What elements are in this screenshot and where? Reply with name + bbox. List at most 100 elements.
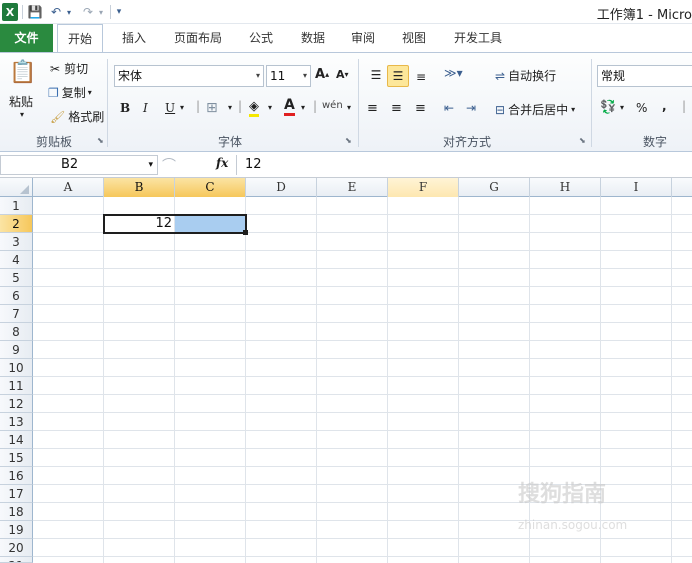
paste-button[interactable]: 粘贴 bbox=[9, 93, 33, 110]
bold-button[interactable]: B bbox=[120, 101, 130, 115]
percent-button[interactable]: % bbox=[636, 101, 647, 115]
row-header[interactable]: 15 bbox=[0, 449, 33, 467]
cut-button[interactable]: ✂ 剪切 bbox=[50, 60, 88, 77]
row-header[interactable]: 11 bbox=[0, 377, 33, 395]
column-header-a[interactable]: A bbox=[33, 178, 104, 197]
tab-insert[interactable]: 插入 bbox=[112, 24, 156, 52]
number-format-value: 常规 bbox=[601, 69, 626, 83]
formula-input[interactable]: 12 bbox=[236, 155, 692, 175]
underline-dropdown-icon[interactable]: ▾ bbox=[180, 103, 184, 112]
row-header[interactable]: 10 bbox=[0, 359, 33, 377]
fill-color-dropdown-icon[interactable]: ▾ bbox=[268, 103, 272, 112]
tab-view[interactable]: 视图 bbox=[393, 24, 435, 52]
row-header[interactable]: 19 bbox=[0, 521, 33, 539]
insert-function-icon[interactable]: fx bbox=[216, 156, 228, 170]
cell-grid[interactable] bbox=[33, 197, 692, 563]
row-header[interactable]: 3 bbox=[0, 233, 33, 251]
copy-button[interactable]: ❐ 复制 ▾ bbox=[48, 84, 92, 101]
tab-data[interactable]: 数据 bbox=[292, 24, 334, 52]
undo-icon[interactable]: ↶ bbox=[48, 3, 64, 21]
alignment-launcher-icon[interactable]: ⬊ bbox=[579, 136, 586, 145]
row-header[interactable]: 17 bbox=[0, 485, 33, 503]
row-header[interactable]: 1 bbox=[0, 197, 33, 215]
redo-dropdown-icon[interactable]: ▾ bbox=[96, 3, 106, 21]
column-header-f[interactable]: F bbox=[388, 178, 459, 197]
separator: | bbox=[313, 99, 318, 113]
tab-home[interactable]: 开始 bbox=[57, 24, 103, 53]
tab-file[interactable]: 文件 bbox=[0, 24, 53, 52]
row-header[interactable]: 21 bbox=[0, 557, 33, 563]
currency-dropdown-icon[interactable]: ▾ bbox=[620, 103, 624, 112]
customize-toolbar-icon[interactable]: ▾ bbox=[114, 3, 124, 21]
row-header[interactable]: 6 bbox=[0, 287, 33, 305]
ribbon-tabs: 文件 开始 插入 页面布局 公式 数据 审阅 视图 开发工具 bbox=[0, 24, 692, 53]
row-header[interactable]: 4 bbox=[0, 251, 33, 269]
redo-icon[interactable]: ↷ bbox=[80, 3, 96, 21]
phonetic-guide-icon[interactable]: wén bbox=[322, 100, 343, 111]
row-header[interactable]: 9 bbox=[0, 341, 33, 359]
underline-button[interactable]: U bbox=[165, 101, 175, 115]
row-header[interactable]: 16 bbox=[0, 467, 33, 485]
format-painter-button[interactable]: 🖌 格式刷 bbox=[50, 108, 104, 125]
borders-dropdown-icon[interactable]: ▾ bbox=[228, 103, 232, 112]
tab-formulas[interactable]: 公式 bbox=[240, 24, 282, 52]
row-header[interactable]: 5 bbox=[0, 269, 33, 287]
name-box[interactable]: B2 ▾ bbox=[0, 155, 158, 175]
column-header-e[interactable]: E bbox=[317, 178, 388, 197]
font-size-combo[interactable]: 11 ▾ bbox=[266, 65, 311, 87]
separator bbox=[110, 5, 111, 19]
format-painter-label: 格式刷 bbox=[68, 110, 105, 124]
fill-handle[interactable] bbox=[243, 230, 248, 235]
save-icon[interactable]: 💾 bbox=[27, 3, 43, 21]
shrink-font-icon[interactable]: A ▾ bbox=[336, 68, 349, 81]
align-middle-icon[interactable]: ☰ bbox=[387, 65, 409, 87]
italic-button[interactable]: I bbox=[143, 101, 148, 115]
align-bottom-icon[interactable]: ≡ bbox=[412, 67, 430, 87]
currency-icon[interactable]: 💱 bbox=[600, 100, 616, 115]
grow-font-icon[interactable]: A ▴ bbox=[315, 67, 329, 82]
clipboard-launcher-icon[interactable]: ⬊ bbox=[97, 136, 104, 145]
column-header-b[interactable]: B bbox=[104, 178, 175, 197]
comma-button[interactable]: , bbox=[662, 99, 667, 113]
row-header[interactable]: 20 bbox=[0, 539, 33, 557]
tab-review[interactable]: 审阅 bbox=[342, 24, 384, 52]
row-header[interactable]: 14 bbox=[0, 431, 33, 449]
decrease-indent-icon[interactable]: ⇤ bbox=[444, 101, 454, 115]
font-color-icon[interactable]: A bbox=[284, 97, 295, 116]
select-all-button[interactable] bbox=[0, 178, 33, 197]
separator: | bbox=[238, 99, 243, 113]
excel-app-icon[interactable]: X bbox=[2, 3, 18, 21]
column-header-d[interactable]: D bbox=[246, 178, 317, 197]
number-format-combo[interactable]: 常规 bbox=[597, 65, 692, 87]
increase-indent-icon[interactable]: ⇥ bbox=[466, 101, 476, 115]
tab-page-layout[interactable]: 页面布局 bbox=[165, 24, 231, 52]
undo-dropdown-icon[interactable]: ▾ bbox=[64, 3, 74, 21]
align-center-icon[interactable]: ≡ bbox=[391, 101, 402, 116]
tab-developer[interactable]: 开发工具 bbox=[446, 24, 510, 52]
row-header[interactable]: 13 bbox=[0, 413, 33, 431]
formula-buttons: ⌒ fx bbox=[160, 155, 240, 175]
row-header[interactable]: 2 bbox=[0, 215, 33, 233]
font-name-combo[interactable]: 宋体 ▾ bbox=[114, 65, 264, 87]
paste-dropdown-icon[interactable]: ▾ bbox=[20, 110, 24, 119]
font-launcher-icon[interactable]: ⬊ bbox=[345, 136, 352, 145]
paste-icon[interactable]: 📋 bbox=[8, 57, 38, 87]
fill-color-icon[interactable]: ◈ bbox=[249, 99, 259, 117]
align-left-icon[interactable]: ≡ bbox=[367, 101, 378, 116]
merge-center-button[interactable]: ⊟ 合并后居中 ▾ bbox=[495, 101, 575, 118]
wrap-text-button[interactable]: ⇌ 自动换行 bbox=[495, 67, 556, 84]
align-top-icon[interactable]: ☰ bbox=[367, 65, 385, 85]
row-header[interactable]: 12 bbox=[0, 395, 33, 413]
font-color-dropdown-icon[interactable]: ▾ bbox=[301, 103, 305, 112]
column-header-c[interactable]: C bbox=[175, 178, 246, 197]
borders-icon[interactable]: ⊞ bbox=[206, 100, 218, 116]
phonetic-dropdown-icon[interactable]: ▾ bbox=[347, 103, 351, 112]
row-header[interactable]: 18 bbox=[0, 503, 33, 521]
row-header[interactable]: 8 bbox=[0, 323, 33, 341]
align-right-icon[interactable]: ≡ bbox=[415, 101, 426, 116]
column-header-i[interactable]: I bbox=[601, 178, 672, 197]
orientation-icon[interactable]: ≫▾ bbox=[444, 66, 463, 80]
row-header[interactable]: 7 bbox=[0, 305, 33, 323]
column-header-h[interactable]: H bbox=[530, 178, 601, 197]
column-header-g[interactable]: G bbox=[459, 178, 530, 197]
